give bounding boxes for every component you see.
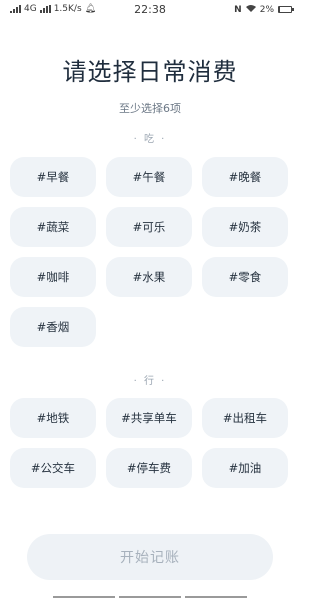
chip-lunch[interactable]: #午餐 (106, 157, 192, 197)
chip-subway[interactable]: #地铁 (10, 398, 96, 438)
chip-parking-fee[interactable]: #停车费 (106, 448, 192, 488)
section-label-travel: · 行 · (133, 376, 167, 387)
status-bar: 4G 1.5K/s 🔔︎ 22:38 N 2% (0, 0, 300, 20)
chip-snacks[interactable]: #零食 (202, 257, 288, 297)
section-label-eat: · 吃 · (133, 134, 167, 145)
page-subtitle: 至少选择6项 (119, 102, 181, 115)
battery-percent: 2% (259, 4, 274, 15)
chip-shared-bike[interactable]: #共享单车 (106, 398, 192, 438)
start-bookkeeping-button[interactable]: 开始记账 (27, 534, 273, 580)
status-right: N 2% (234, 4, 294, 15)
page-title: 请选择日常消费 (62, 58, 238, 86)
chip-fuel[interactable]: #加油 (202, 448, 288, 488)
battery-level (279, 7, 280, 12)
chip-dinner[interactable]: #晚餐 (202, 157, 288, 197)
chip-milk-tea[interactable]: #奶茶 (202, 207, 288, 247)
battery-icon (278, 6, 294, 13)
nfc-icon: N (234, 4, 242, 15)
chip-bus[interactable]: #公交车 (10, 448, 96, 488)
chip-cigarettes[interactable]: #香烟 (10, 307, 96, 347)
chip-taxi[interactable]: #出租车 (202, 398, 288, 438)
chip-fruit[interactable]: #水果 (106, 257, 192, 297)
chip-grid-eat: #早餐 #午餐 #晚餐 #蔬菜 #可乐 #奶茶 #咖啡 #水果 #零食 #香烟 (10, 157, 291, 347)
wifi-icon (245, 4, 256, 15)
chip-cola[interactable]: #可乐 (106, 207, 192, 247)
home-indicator (0, 596, 300, 598)
chip-coffee[interactable]: #咖啡 (10, 257, 96, 297)
chip-grid-travel: #地铁 #共享单车 #出租车 #公交车 #停车费 #加油 (10, 398, 291, 488)
chip-vegetables[interactable]: #蔬菜 (10, 207, 96, 247)
chip-breakfast[interactable]: #早餐 (10, 157, 96, 197)
